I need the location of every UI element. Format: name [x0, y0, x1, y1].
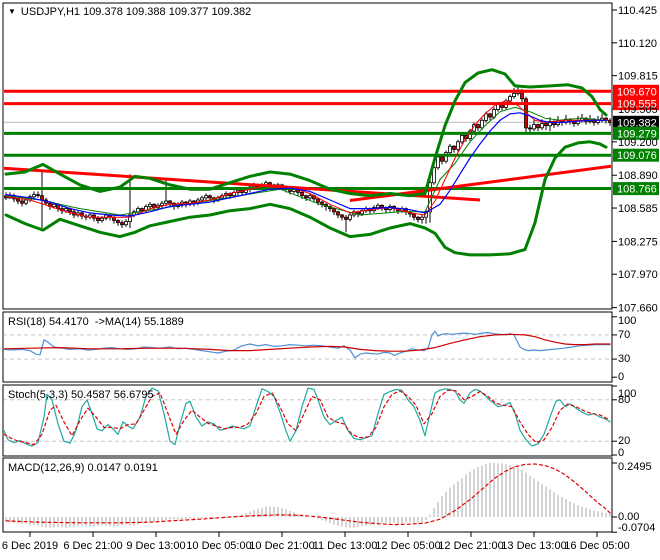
trading-chart-window: 110.425 110.120 109.815 109.505 109.200 108.8…: [0, 0, 660, 560]
stoch-pane[interactable]: [3, 385, 612, 456]
main-chart-area[interactable]: [3, 3, 612, 309]
rsi-pane[interactable]: [3, 312, 612, 382]
macd-pane[interactable]: [3, 458, 612, 532]
price-axis[interactable]: [613, 3, 660, 532]
time-axis[interactable]: [3, 533, 612, 560]
